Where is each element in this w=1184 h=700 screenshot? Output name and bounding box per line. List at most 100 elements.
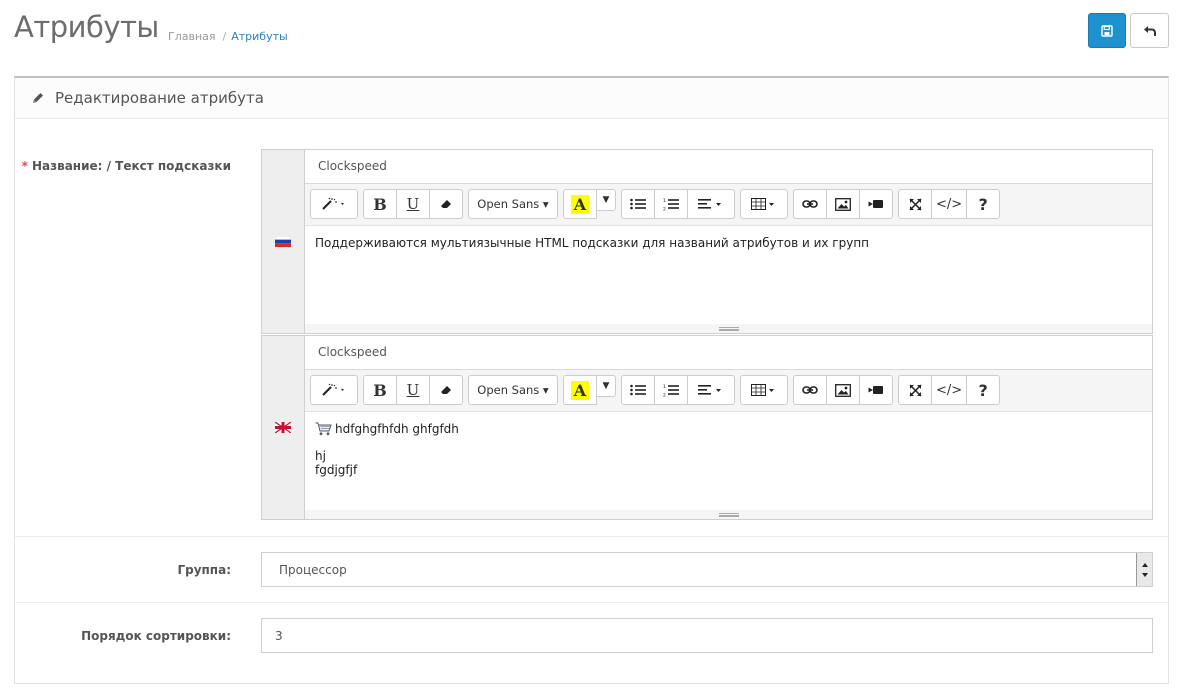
editor-line: hj [315, 449, 326, 463]
panel-heading: Редактирование атрибута [15, 78, 1168, 119]
uk-flag-icon [275, 422, 291, 433]
pencil-icon [33, 93, 43, 103]
editor-line: Поддерживаются мультиязычные HTML подска… [315, 236, 870, 250]
unordered-list-button[interactable] [621, 189, 655, 219]
paragraph-align-button[interactable] [687, 375, 735, 405]
editor-content-en[interactable]: hdfghgfhfdh ghfgfdh hj fgdjgfjf [305, 412, 1152, 487]
grip-icon [718, 512, 739, 517]
ordered-list-button[interactable]: 1 2 [654, 375, 688, 405]
svg-text:2: 2 [663, 206, 666, 211]
text-color-button[interactable]: A [563, 375, 597, 405]
breadcrumb: Главная / Атрибуты [168, 30, 288, 43]
editor-toolbar: B U Open Sans ▾ A ▼ 1 2 </> ? [305, 184, 1152, 226]
save-button[interactable] [1088, 13, 1126, 48]
align-left-icon [698, 199, 721, 209]
link-button[interactable] [793, 375, 827, 405]
underline-button[interactable]: U [396, 375, 430, 405]
magic-wand-button[interactable] [310, 189, 358, 219]
fullscreen-icon [908, 197, 922, 211]
page-title: Атрибуты [14, 10, 159, 44]
unordered-list-icon [630, 384, 646, 396]
ordered-list-icon: 1 2 [663, 384, 679, 397]
table-button[interactable] [740, 189, 788, 219]
svg-text:1: 1 [663, 384, 666, 390]
image-icon [835, 197, 851, 211]
svg-text:2: 2 [663, 392, 666, 397]
flag-addon [262, 336, 305, 519]
bold-button[interactable]: B [363, 375, 397, 405]
clear-format-button[interactable] [429, 189, 463, 219]
font-family-dropdown[interactable]: Open Sans ▾ [468, 189, 558, 219]
editor-resize-handle[interactable] [305, 510, 1152, 519]
link-icon [802, 386, 818, 394]
table-icon [751, 198, 774, 210]
code-view-button[interactable]: </> [931, 375, 968, 405]
image-icon [835, 383, 851, 397]
panel-title: Редактирование атрибута [55, 89, 264, 107]
save-icon [1101, 24, 1113, 37]
video-button[interactable] [859, 375, 893, 405]
color-dropdown-button[interactable]: ▼ [596, 189, 616, 211]
table-button[interactable] [740, 375, 788, 405]
fullscreen-button[interactable] [898, 375, 932, 405]
eraser-icon [441, 386, 451, 394]
name-label-text: Название: / Текст подсказки [31, 159, 231, 173]
reply-icon [1143, 25, 1156, 36]
required-mark: * [21, 159, 28, 173]
editor-resize-handle[interactable] [305, 324, 1152, 333]
russian-flag-icon [275, 236, 291, 247]
clear-format-button[interactable] [429, 375, 463, 405]
fullscreen-button[interactable] [898, 189, 932, 219]
link-button[interactable] [793, 189, 827, 219]
link-icon [802, 200, 818, 208]
unordered-list-icon [630, 198, 646, 210]
bold-button[interactable]: B [363, 189, 397, 219]
color-dropdown-button[interactable]: ▼ [596, 375, 616, 397]
ordered-list-icon: 1 2 [663, 198, 679, 211]
table-icon [751, 384, 774, 396]
edit-attribute-panel: Редактирование атрибута * Название: / Тек… [14, 76, 1169, 684]
help-button[interactable]: ? [966, 189, 1001, 219]
eraser-icon [441, 200, 451, 208]
paragraph-align-button[interactable] [687, 189, 735, 219]
video-icon [868, 386, 883, 394]
editor-content-ru[interactable]: Поддерживаются мультиязычные HTML подска… [305, 226, 1152, 260]
grip-icon [718, 326, 739, 331]
align-left-icon [698, 385, 721, 395]
text-color-button[interactable]: A [563, 189, 597, 219]
underline-button[interactable]: U [396, 189, 430, 219]
language-block-ru: Clockspeed B U Open Sans ▾ A ▼ 1 2 </> ?… [261, 149, 1153, 334]
name-label: * Название: / Текст подсказки [15, 159, 231, 173]
code-view-button[interactable]: </> [931, 189, 968, 219]
font-family-dropdown[interactable]: Open Sans ▾ [468, 375, 558, 405]
magic-wand-icon [322, 383, 344, 396]
sort-order-label: Порядок сортировки: [81, 629, 231, 643]
name-input-en[interactable]: Clockspeed [305, 336, 1152, 370]
name-input-ru[interactable]: Clockspeed [305, 150, 1152, 184]
magic-wand-button[interactable] [310, 375, 358, 405]
flag-addon [262, 150, 305, 333]
ordered-list-button[interactable]: 1 2 [654, 189, 688, 219]
shopping-cart-icon [315, 422, 332, 436]
sort-order-input[interactable]: 3 [261, 618, 1153, 653]
color-letter: A [570, 194, 590, 214]
breadcrumb-current[interactable]: Атрибуты [231, 30, 287, 43]
select-arrow[interactable] [1136, 553, 1152, 586]
group-label: Группа: [177, 563, 231, 577]
language-block-en: Clockspeed B U Open Sans ▾ A ▼ 1 2 </> ?… [261, 335, 1153, 520]
group-select[interactable]: Процессор [261, 552, 1153, 587]
video-button[interactable] [859, 189, 893, 219]
video-icon [868, 200, 883, 208]
divider [15, 602, 1168, 603]
group-select-value: Процессор [279, 563, 347, 577]
fullscreen-icon [908, 383, 922, 397]
divider [15, 536, 1168, 537]
back-button[interactable] [1130, 13, 1169, 48]
color-letter: A [570, 380, 590, 400]
unordered-list-button[interactable] [621, 375, 655, 405]
help-button[interactable]: ? [966, 375, 1001, 405]
breadcrumb-home[interactable]: Главная [168, 30, 216, 43]
chevron-down-icon [1141, 562, 1148, 577]
image-button[interactable] [826, 189, 860, 219]
image-button[interactable] [826, 375, 860, 405]
